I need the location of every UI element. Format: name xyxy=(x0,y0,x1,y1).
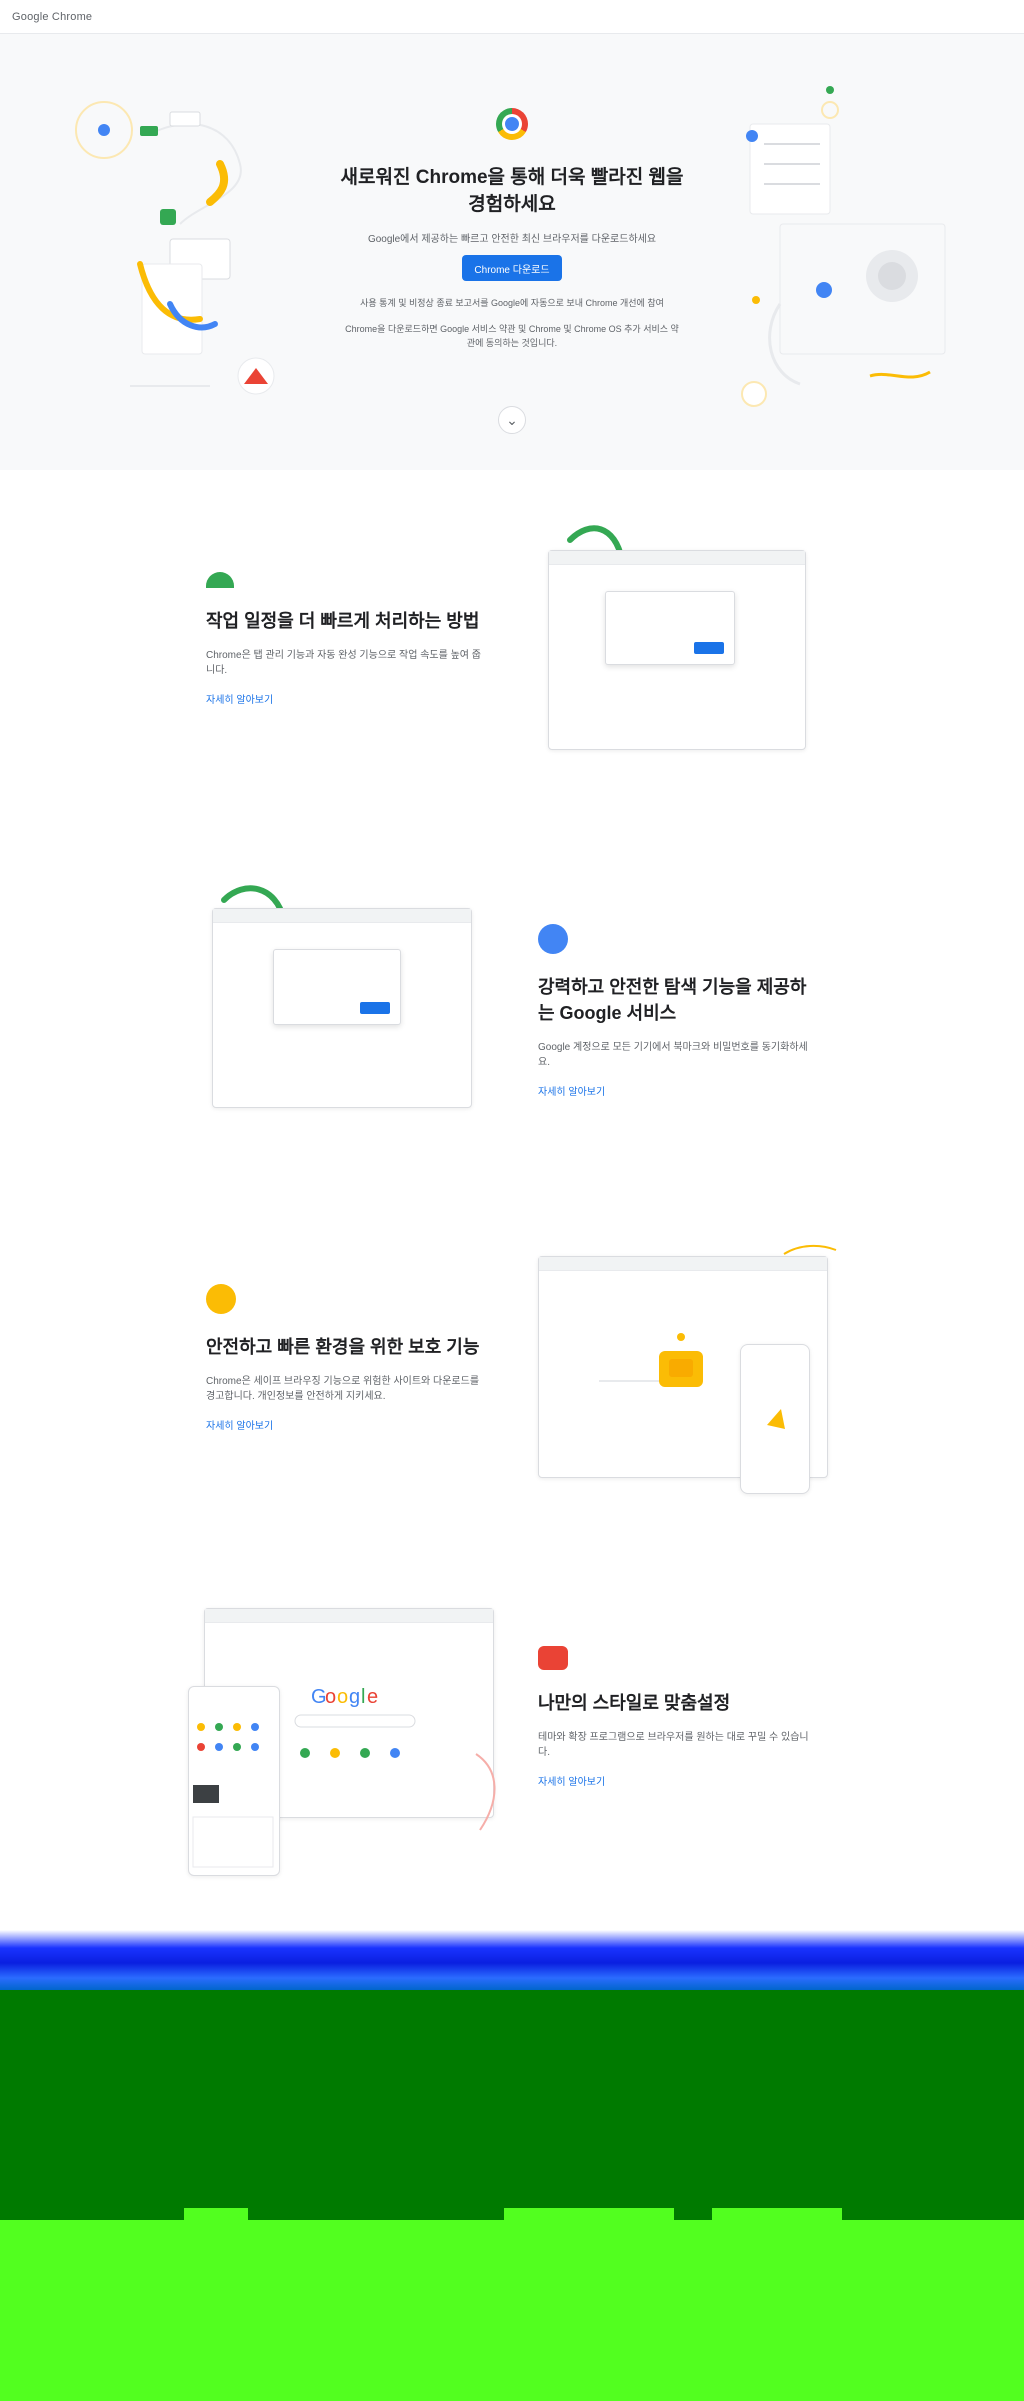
learn-more-link[interactable]: 자세히 알아보기 xyxy=(206,1421,273,1432)
phone-mockup-image xyxy=(740,1344,810,1494)
feature-text-block: 나만의 스타일로 맞춤설정 테마와 확장 프로그램으로 브라우저를 원하는 대로… xyxy=(538,1646,818,1790)
feature-accent-line xyxy=(783,1244,837,1255)
svg-text:o: o xyxy=(325,1686,336,1708)
dialog-mockup xyxy=(273,949,401,1025)
feature-description: Chrome은 세이프 브라우징 기능으로 위험한 사이트와 다운로드를 경고합… xyxy=(206,1376,480,1402)
feature-text-block: 강력하고 안전한 탐색 기능을 제공하는 Google 서비스 Google 계… xyxy=(538,924,818,1100)
learn-more-link[interactable]: 자세히 알아보기 xyxy=(206,695,273,706)
feature-section-customize: G o o g l e 나만의 스타일로 맞춤설정 테마와 확장 프로그램으로 … xyxy=(0,1580,1024,1940)
svg-text:l: l xyxy=(361,1686,365,1708)
chevron-down-icon[interactable]: ⌄ xyxy=(498,406,526,434)
feature-description: Chrome은 탭 관리 기능과 자동 완성 기능으로 작업 속도를 높여 줍니… xyxy=(206,650,481,676)
top-navigation-bar: Google Chrome xyxy=(0,0,1024,34)
hero-left-illustration xyxy=(75,101,275,395)
feature-section-safety: 안전하고 빠른 환경을 위한 보호 기능 Chrome은 세이프 브라우징 기능… xyxy=(0,1220,1024,1580)
terms-of-service-text[interactable]: Chrome을 다운로드하면 Google 서비스 약관 및 Chrome 및 … xyxy=(342,322,682,350)
google-chrome-logo[interactable]: Google Chrome xyxy=(12,11,92,23)
hero-right-illustration xyxy=(741,86,946,407)
feature-text-block: 안전하고 빠른 환경을 위한 보호 기능 Chrome은 세이프 브라우징 기능… xyxy=(206,1284,486,1434)
feature-description: Google 계정으로 모든 기기에서 북마크와 비밀번호를 동기화하세요. xyxy=(538,1042,808,1068)
extension-icon xyxy=(538,1646,568,1670)
footer-band-green xyxy=(0,1990,1024,2220)
feature-section-google: 강력하고 안전한 탐색 기능을 제공하는 Google 서비스 Google 계… xyxy=(0,860,1024,1220)
download-chrome-button[interactable]: Chrome 다운로드 xyxy=(462,255,562,281)
feature-title: 강력하고 안전한 탐색 기능을 제공하는 Google 서비스 xyxy=(538,977,807,1023)
google-icon xyxy=(538,924,568,954)
svg-text:e: e xyxy=(367,1686,378,1708)
footer-band-blue xyxy=(0,1930,1024,1990)
chrome-logo-icon xyxy=(496,108,528,140)
feature-text-block: 작업 일정을 더 빠르게 처리하는 방법 Chrome은 탭 관리 기능과 자동… xyxy=(206,564,486,708)
browser-mockup-image xyxy=(548,550,806,750)
svg-text:o: o xyxy=(337,1686,348,1708)
usage-stats-checkbox-label[interactable]: 사용 통계 및 비정상 종료 보고서를 Google에 자동으로 보내 Chro… xyxy=(352,296,672,310)
feature-title: 작업 일정을 더 빠르게 처리하는 방법 xyxy=(206,611,480,631)
hero-title: 새로워진 Chrome을 통해 더욱 빨라진 웹을 경험하세요 xyxy=(340,167,684,215)
feature-section-speed: 작업 일정을 더 빠르게 처리하는 방법 Chrome은 탭 관리 기능과 자동… xyxy=(0,500,1024,860)
feature-description: 테마와 확장 프로그램으로 브라우저를 원하는 대로 꾸밀 수 있습니다. xyxy=(538,1732,809,1758)
hero-section: 새로워진 Chrome을 통해 더욱 빨라진 웹을 경험하세요 Google에서… xyxy=(0,34,1024,470)
learn-more-link[interactable]: 자세히 알아보기 xyxy=(538,1777,605,1788)
phone-mockup-image xyxy=(188,1686,280,1876)
shield-icon xyxy=(206,1284,236,1314)
hero-subtitle: Google에서 제공하는 빠르고 안전한 최신 브라우저를 다운로드하세요 xyxy=(367,234,657,245)
learn-more-link[interactable]: 자세히 알아보기 xyxy=(538,1087,605,1098)
browser-mockup-image xyxy=(212,908,472,1108)
feature-title: 안전하고 빠른 환경을 위한 보호 기능 xyxy=(206,1337,480,1357)
svg-text:g: g xyxy=(349,1686,360,1708)
dialog-mockup xyxy=(605,591,735,665)
feature-accent-curve xyxy=(475,1753,496,1831)
feature-title: 나만의 스타일로 맞춤설정 xyxy=(538,1693,731,1713)
footer-band-lime xyxy=(0,2220,1024,2401)
speed-icon xyxy=(206,572,234,588)
